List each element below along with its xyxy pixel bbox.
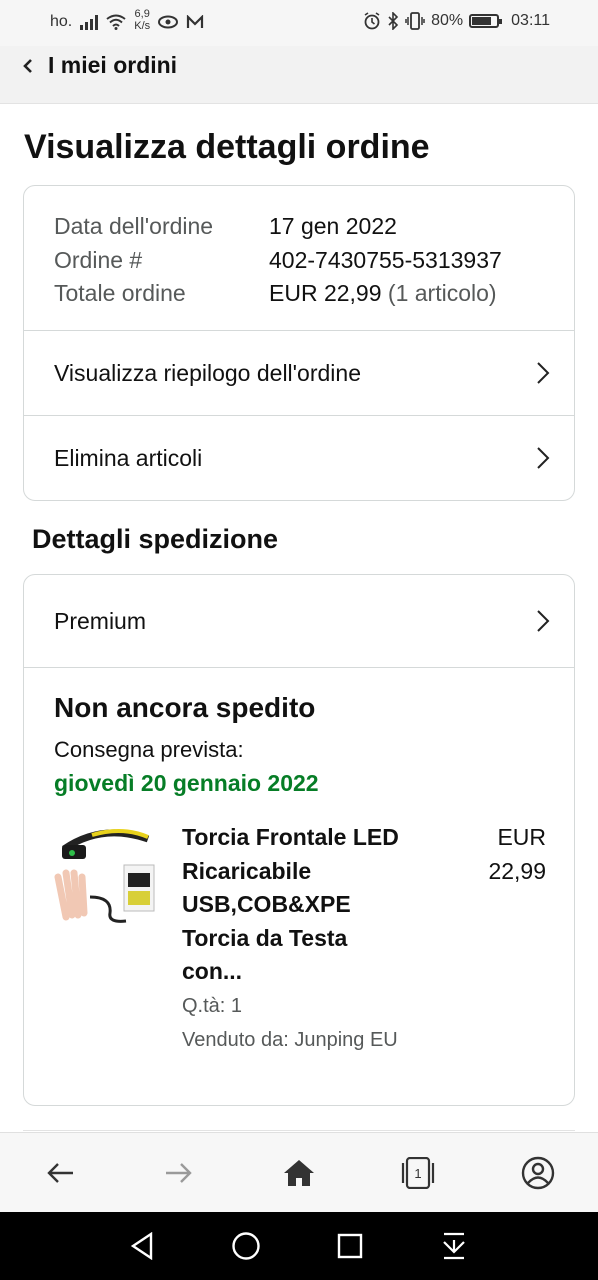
order-total-amount: EUR 22,99: [269, 280, 382, 306]
delivery-label: Consegna prevista:: [54, 737, 244, 762]
order-date-row: Data dell'ordine 17 gen 2022: [54, 210, 502, 244]
content-divider: [23, 1130, 575, 1131]
page-title: Visualizza dettagli ordine: [24, 128, 430, 166]
system-nav-bar: [0, 1212, 598, 1280]
browser-tabs-button[interactable]: 1: [398, 1153, 438, 1193]
chevron-right-icon: [537, 362, 550, 384]
browser-forward-button[interactable]: [159, 1153, 199, 1193]
price-value: 22,99: [488, 857, 546, 884]
price-currency: EUR: [497, 824, 546, 850]
account-button[interactable]: [518, 1153, 558, 1193]
nav-recents-button[interactable]: [332, 1228, 368, 1264]
alarm-icon: [364, 12, 380, 30]
nav-home-button[interactable]: [228, 1228, 264, 1264]
circle-home-icon: [232, 1232, 260, 1260]
order-number-row: Ordine # 402-7430755-5313937: [54, 244, 502, 278]
product-title-line: Torcia da Testa: [182, 924, 348, 951]
pull-down-icon: [443, 1232, 465, 1260]
arrow-right-icon: [166, 1163, 192, 1183]
chevron-right-icon: [537, 610, 550, 632]
tabs-icon: 1: [401, 1157, 435, 1189]
nav-notifications-button[interactable]: [436, 1228, 472, 1264]
delete-items-label: Elimina articoli: [54, 444, 203, 471]
order-info-card: Data dell'ordine 17 gen 2022 Ordine # 40…: [23, 185, 575, 501]
status-bar: ho. 6,9 K/s 80% 03:11: [0, 0, 598, 46]
browser-back-button[interactable]: [40, 1153, 80, 1193]
back-link-label: I miei ordini: [48, 52, 178, 78]
order-date-value: 17 gen 2022: [269, 213, 397, 239]
delete-items-link[interactable]: Elimina articoli: [24, 415, 574, 500]
order-number-label: Ordine #: [54, 246, 143, 273]
carrier-label: ho.: [50, 13, 73, 30]
battery-icon: [469, 14, 503, 28]
speed-unit: K/s: [134, 20, 151, 32]
product-title-line: Ricaricabile: [182, 857, 312, 884]
product-quantity: Q.tà: 1: [182, 995, 243, 1017]
shipping-method-label: Premium: [54, 607, 147, 634]
nav-back-button[interactable]: [124, 1228, 160, 1264]
order-number-value: 402-7430755-5313937: [269, 246, 502, 273]
chevron-left-icon: [23, 58, 32, 73]
tabs-count: 1: [414, 1166, 421, 1181]
wifi-icon: [106, 14, 126, 30]
network-speed: 6,9 K/s: [134, 8, 150, 32]
chevron-right-icon: [537, 447, 550, 469]
order-summary-link[interactable]: Visualizza riepilogo dell'ordine: [24, 330, 574, 415]
signal-icon: [80, 14, 99, 30]
browser-toolbar: 1: [0, 1132, 598, 1212]
order-summary-label: Visualizza riepilogo dell'ordine: [54, 359, 361, 386]
arrow-left-icon: [47, 1163, 73, 1183]
status-right: 80% 03:11: [363, 12, 550, 30]
product-seller: Venduto da: Junping EU: [182, 1029, 398, 1051]
shipping-method-link[interactable]: Premium: [24, 575, 574, 667]
shipping-card: Premium Non ancora spedito Consegna prev…: [23, 574, 575, 1106]
order-info: Data dell'ordine 17 gen 2022 Ordine # 40…: [54, 210, 502, 311]
order-total-label: Totale ordine: [54, 280, 186, 306]
status-left: ho. 6,9 K/s: [50, 8, 204, 32]
battery-percent: 80%: [431, 12, 464, 29]
triangle-back-icon: [130, 1232, 153, 1260]
product-title-line: USB,COB&XPE: [182, 891, 351, 917]
order-total-row: Totale ordine EUR 22,99 (1 articolo): [54, 277, 502, 311]
shipping-divider: [24, 667, 574, 668]
shipping-section-title: Dettagli spedizione: [32, 524, 279, 554]
product-price: EUR 22,99: [456, 821, 546, 888]
vibrate-icon: [405, 12, 425, 30]
speed-value: 6,9: [134, 8, 150, 20]
battery-level: [472, 17, 492, 25]
app-header: I miei ordini: [0, 46, 598, 104]
clock-time: 03:11: [511, 12, 550, 29]
browser-home-button[interactable]: [279, 1153, 319, 1193]
account-icon: [521, 1156, 555, 1190]
order-date-label: Data dell'ordine: [54, 213, 214, 239]
mail-icon: [187, 15, 204, 28]
product-title-line: con...: [182, 958, 243, 984]
order-item-count: (1 articolo): [387, 280, 497, 306]
product-title-line: Torcia Frontale LED: [182, 824, 399, 850]
product-title[interactable]: Torcia Frontale LED Ricaricabile USB,COB…: [182, 821, 432, 989]
home-icon: [284, 1160, 314, 1186]
delivery-date: giovedì 20 gennaio 2022: [54, 770, 319, 796]
eye-icon: [158, 15, 179, 29]
back-to-orders-link[interactable]: I miei ordini: [22, 52, 177, 79]
product-image[interactable]: [52, 827, 160, 923]
shipment-status: Non ancora spedito: [54, 692, 316, 723]
square-recents-icon: [337, 1233, 363, 1259]
order-total-value: EUR 22,99 (1 articolo): [269, 277, 497, 311]
bluetooth-icon: [388, 12, 399, 30]
